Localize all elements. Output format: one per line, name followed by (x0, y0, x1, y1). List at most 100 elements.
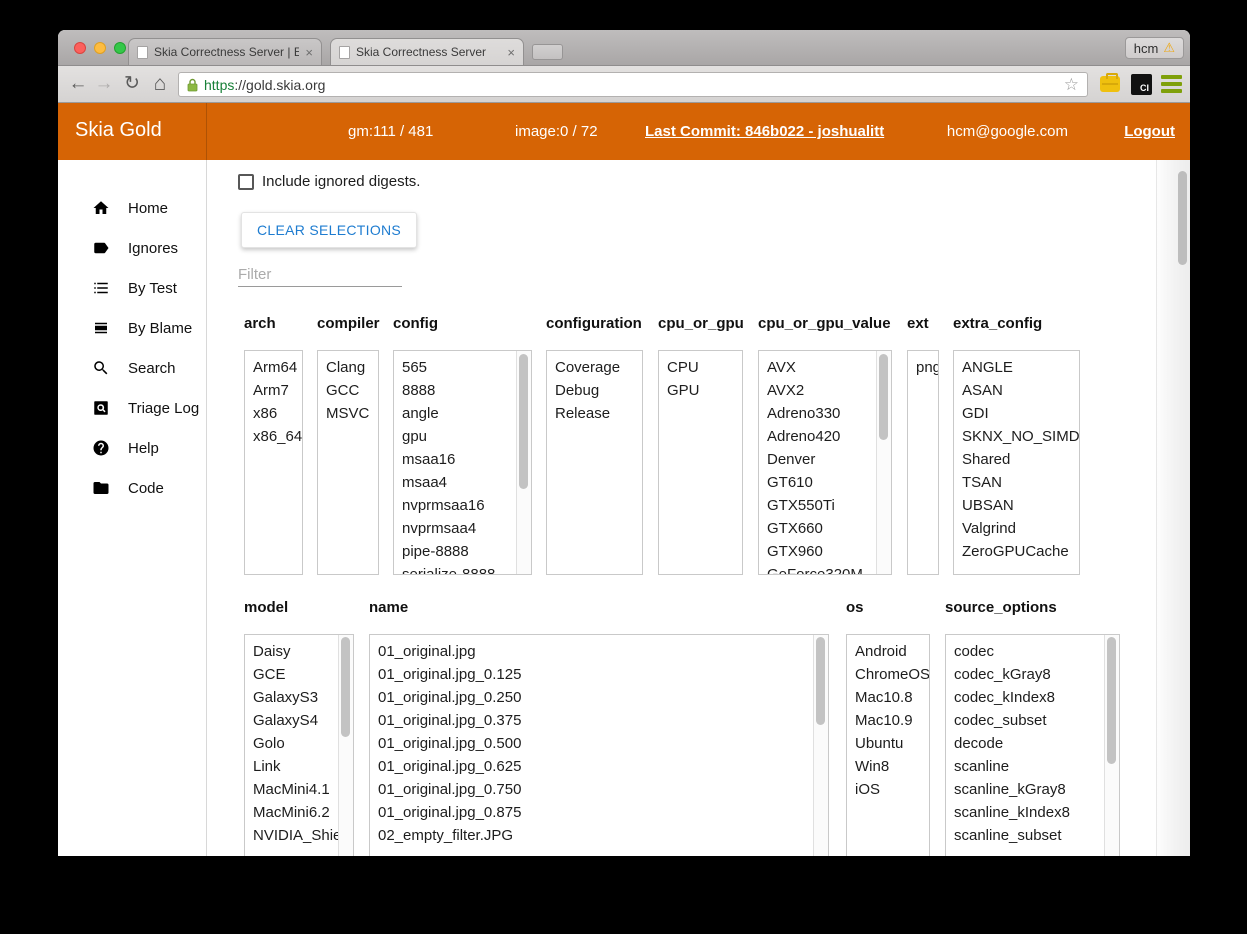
listbox-option[interactable]: Arm64 (245, 356, 302, 379)
listbox-option[interactable]: GTX660 (759, 517, 891, 540)
listbox-option[interactable]: ChromeOS (847, 663, 929, 686)
include-ignored-label[interactable]: Include ignored digests. (262, 173, 420, 190)
listbox-option[interactable]: scanline_kIndex8 (946, 801, 1119, 824)
listbox-option[interactable]: msaa4 (394, 471, 531, 494)
listbox-option[interactable]: scanline (946, 755, 1119, 778)
listbox-option[interactable]: png (908, 356, 938, 379)
listbox-option[interactable]: 8888 (394, 379, 531, 402)
listbox-option[interactable]: scanline_subset (946, 824, 1119, 847)
listbox-scrollbar[interactable] (813, 635, 828, 856)
listbox-option[interactable]: 565 (394, 356, 531, 379)
listbox-option[interactable]: Release (547, 402, 642, 425)
listbox-option[interactable]: SKNX_NO_SIMD (954, 425, 1079, 448)
listbox-option[interactable]: Android (847, 640, 929, 663)
listbox-option[interactable]: pipe-8888 (394, 540, 531, 563)
config-listbox[interactable]: 5658888anglegpumsaa16msaa4nvprmsaa16nvpr… (393, 350, 532, 575)
profile-badge[interactable]: hcm ⚠ (1125, 37, 1184, 59)
arch-listbox[interactable]: Arm64Arm7x86x86_64 (244, 350, 303, 575)
chrome-menu-icon[interactable] (1161, 75, 1182, 93)
home-toolbar-icon[interactable]: ⌂ (148, 71, 172, 97)
listbox-option[interactable]: ASAN (954, 379, 1079, 402)
listbox-option[interactable]: CPU (659, 356, 742, 379)
bookmark-star-icon[interactable]: ☆ (1064, 75, 1079, 95)
logout-link[interactable]: Logout (1124, 123, 1175, 140)
forward-icon[interactable]: → (92, 71, 116, 97)
listbox-option[interactable]: 01_original.jpg_0.625 (370, 755, 828, 778)
scrollbar-thumb[interactable] (519, 354, 528, 489)
listbox-option[interactable]: 01_original.jpg (370, 640, 828, 663)
listbox-option[interactable]: gpu (394, 425, 531, 448)
listbox-option[interactable]: angle (394, 402, 531, 425)
configuration-listbox[interactable]: CoverageDebugRelease (546, 350, 643, 575)
listbox-option[interactable]: 01_original.jpg_0.125 (370, 663, 828, 686)
reload-icon[interactable]: ↻ (120, 71, 144, 97)
os-listbox[interactable]: AndroidChromeOSMac10.8Mac10.9UbuntuWin8i… (846, 634, 930, 856)
listbox-option[interactable]: GDI (954, 402, 1079, 425)
listbox-option[interactable]: codec (946, 640, 1119, 663)
tab-close-icon[interactable]: × (305, 45, 313, 60)
listbox-option[interactable]: codec_kGray8 (946, 663, 1119, 686)
sidebar-item-by-blame[interactable]: By Blame (58, 308, 206, 348)
listbox-option[interactable]: Coverage (547, 356, 642, 379)
listbox-option[interactable]: Adreno420 (759, 425, 891, 448)
listbox-option[interactable]: GalaxyS4 (245, 709, 353, 732)
listbox-option[interactable]: GTX960 (759, 540, 891, 563)
listbox-option[interactable]: scanline_kGray8 (946, 778, 1119, 801)
scrollbar-thumb[interactable] (1107, 637, 1116, 764)
listbox-option[interactable]: GT610 (759, 471, 891, 494)
listbox-option[interactable]: Denver (759, 448, 891, 471)
listbox-option[interactable]: NVIDIA_Shield (245, 824, 353, 847)
briefcase-extension-icon[interactable] (1100, 76, 1120, 92)
listbox-option[interactable]: 02_empty_filter.JPG (370, 824, 828, 847)
listbox-option[interactable]: UBSAN (954, 494, 1079, 517)
minimize-window-button[interactable] (94, 42, 106, 54)
scrollbar-thumb[interactable] (879, 354, 888, 440)
listbox-option[interactable]: Ubuntu (847, 732, 929, 755)
listbox-option[interactable]: AVX (759, 356, 891, 379)
listbox-option[interactable]: TSAN (954, 471, 1079, 494)
source-options-listbox[interactable]: codeccodec_kGray8codec_kIndex8codec_subs… (945, 634, 1120, 856)
listbox-option[interactable]: ZeroGPUCache (954, 540, 1079, 563)
page-scrollbar[interactable] (1156, 160, 1190, 856)
cpu-or-gpu-value-listbox[interactable]: AVXAVX2Adreno330Adreno420DenverGT610GTX5… (758, 350, 892, 575)
include-ignored-checkbox[interactable] (238, 174, 254, 190)
listbox-option[interactable]: GPU (659, 379, 742, 402)
listbox-option[interactable]: iOS (847, 778, 929, 801)
sidebar-item-triage-log[interactable]: Triage Log (58, 388, 206, 428)
close-window-button[interactable] (74, 42, 86, 54)
listbox-option[interactable]: GTX550Ti (759, 494, 891, 517)
filter-input[interactable] (238, 263, 402, 287)
listbox-scrollbar[interactable] (1104, 635, 1119, 856)
new-tab-button[interactable] (532, 44, 563, 60)
listbox-option[interactable]: Adreno330 (759, 402, 891, 425)
listbox-option[interactable]: MSVC (318, 402, 378, 425)
listbox-option[interactable]: MacMini6.2 (245, 801, 353, 824)
sidebar-item-ignores[interactable]: Ignores (58, 228, 206, 268)
listbox-option[interactable]: decode (946, 732, 1119, 755)
listbox-option[interactable]: Daisy (245, 640, 353, 663)
browser-tab-active[interactable]: Skia Correctness Server × (330, 38, 524, 65)
listbox-scrollbar[interactable] (876, 351, 891, 574)
listbox-option[interactable]: nvprmsaa16 (394, 494, 531, 517)
listbox-option[interactable]: x86 (245, 402, 302, 425)
listbox-option[interactable]: 01_original.jpg_0.875 (370, 801, 828, 824)
sidebar-item-home[interactable]: Home (58, 188, 206, 228)
listbox-option[interactable]: Debug (547, 379, 642, 402)
ci-extension-icon[interactable]: CI (1131, 74, 1152, 95)
listbox-option[interactable]: 01_original.jpg_0.500 (370, 732, 828, 755)
scrollbar-thumb[interactable] (341, 637, 350, 737)
listbox-option[interactable]: MacMini4.1 (245, 778, 353, 801)
compiler-listbox[interactable]: ClangGCCMSVC (317, 350, 379, 575)
listbox-option[interactable]: 01_original.jpg_0.250 (370, 686, 828, 709)
listbox-option[interactable]: Win8 (847, 755, 929, 778)
listbox-option[interactable]: GeForce320M (759, 563, 891, 575)
listbox-option[interactable]: Clang (318, 356, 378, 379)
name-listbox[interactable]: 01_original.jpg01_original.jpg_0.12501_o… (369, 634, 829, 856)
listbox-option[interactable]: Shared (954, 448, 1079, 471)
ext-listbox[interactable]: png (907, 350, 939, 575)
scrollbar-thumb[interactable] (816, 637, 825, 725)
sidebar-item-help[interactable]: Help (58, 428, 206, 468)
listbox-option[interactable]: Mac10.9 (847, 709, 929, 732)
model-listbox[interactable]: DaisyGCEGalaxyS3GalaxyS4GoloLinkMacMini4… (244, 634, 354, 856)
listbox-option[interactable]: GalaxyS3 (245, 686, 353, 709)
